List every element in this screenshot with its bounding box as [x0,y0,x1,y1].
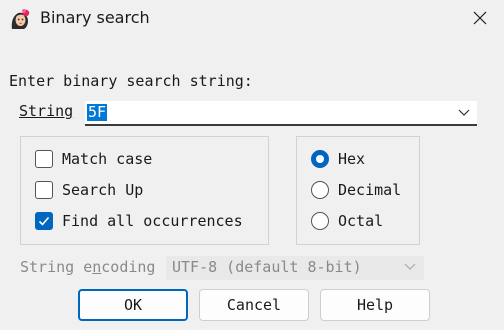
search-string-combobox[interactable]: 5F [85,101,477,126]
find-all-checkbox[interactable]: Find all occurrences [35,210,243,232]
decimal-label: Decimal [338,181,402,199]
search-prompt-label: Enter binary search string: [9,72,253,90]
string-label: String [19,102,74,120]
help-button[interactable]: Help [320,289,430,321]
checkmark-icon [38,216,50,226]
character-icon [8,7,32,31]
search-up-box[interactable] [35,181,53,199]
chevron-down-icon [403,259,417,277]
encoding-label: String encoding [20,258,156,276]
encoding-value: UTF-8 (default 8-bit) [172,258,362,276]
octal-label: Octal [338,212,384,230]
find-all-box[interactable] [35,212,53,230]
options-group: Match case Search Up Find all occurrence… [20,136,269,245]
search-up-label: Search Up [62,181,144,199]
string-row: String 5F [19,101,477,127]
octal-radio[interactable]: Octal [311,210,383,232]
title-bar: Binary search [0,0,504,36]
decimal-radio-circle[interactable] [311,181,329,199]
match-case-box[interactable] [35,150,53,168]
hex-radio[interactable]: Hex [311,148,365,170]
close-button[interactable] [468,6,492,30]
search-up-checkbox[interactable]: Search Up [35,179,143,201]
ok-button[interactable]: OK [78,289,188,321]
match-case-checkbox[interactable]: Match case [35,148,152,170]
window-title: Binary search [40,8,150,27]
radix-group: Hex Decimal Octal [296,136,420,245]
hex-label: Hex [338,150,366,168]
close-icon [473,11,487,25]
hex-radio-circle[interactable] [311,150,329,168]
find-all-label: Find all occurrences [62,212,243,230]
encoding-combobox: UTF-8 (default 8-bit) [166,256,424,280]
search-string-value[interactable]: 5F [87,104,108,121]
match-case-label: Match case [62,150,153,168]
decimal-radio[interactable]: Decimal [311,179,401,201]
octal-radio-circle[interactable] [311,212,329,230]
chevron-down-icon[interactable] [457,105,471,123]
cancel-button[interactable]: Cancel [199,289,309,321]
